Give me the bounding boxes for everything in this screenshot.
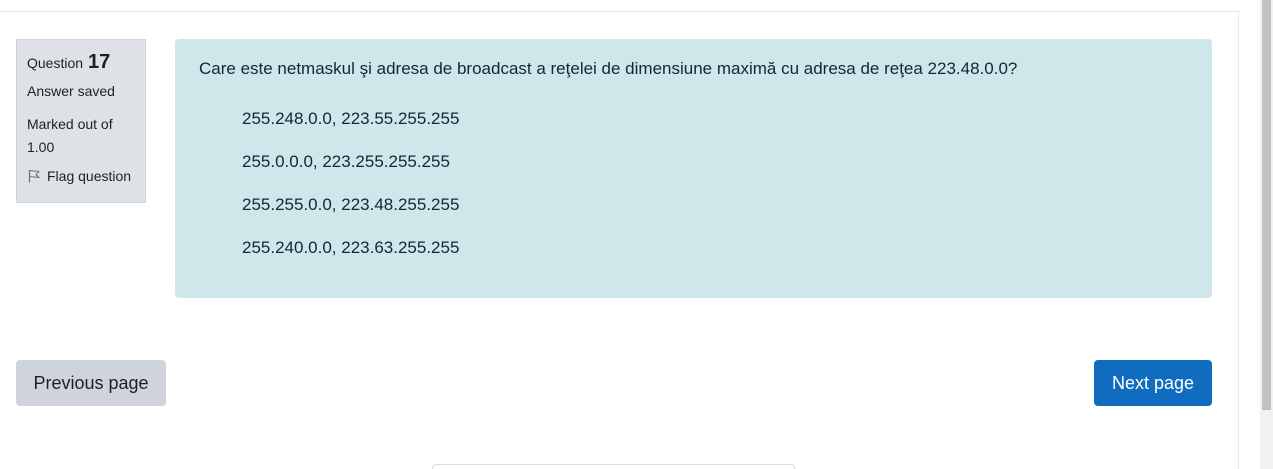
right-divider — [1238, 11, 1239, 469]
top-divider — [0, 11, 1238, 12]
answer-options: 255.248.0.0, 223.55.255.255 255.0.0.0, 2… — [242, 107, 1188, 279]
vertical-scrollbar[interactable] — [1260, 0, 1273, 469]
flag-outline-icon — [27, 169, 41, 183]
quiz-page: Question 17 Answer saved Marked out of 1… — [0, 0, 1273, 469]
answer-option[interactable]: 255.255.0.0, 223.48.255.255 — [242, 193, 1188, 236]
flag-question-toggle[interactable]: Flag question — [27, 168, 135, 184]
question-state: Answer saved — [27, 83, 115, 99]
question-number: 17 — [88, 51, 111, 73]
quiz-navigation-dropdown[interactable] — [432, 464, 795, 469]
question-text: Care este netmaskul şi adresa de broadca… — [199, 59, 1018, 78]
question-info-panel: Question 17 Answer saved Marked out of 1… — [16, 39, 146, 203]
question-content: Care este netmaskul şi adresa de broadca… — [175, 39, 1212, 298]
answer-option[interactable]: 255.0.0.0, 223.255.255.255 — [242, 150, 1188, 193]
flag-question-label: Flag question — [47, 168, 132, 184]
scrollbar-thumb[interactable] — [1262, 0, 1271, 410]
question-grade: Marked out of 1.00 — [27, 116, 113, 155]
question-label: Question — [27, 55, 84, 71]
previous-page-button[interactable]: Previous page — [16, 360, 166, 406]
question-number-line: Question 17 — [27, 51, 135, 74]
answer-option[interactable]: 255.248.0.0, 223.55.255.255 — [242, 107, 1188, 150]
answer-option[interactable]: 255.240.0.0, 223.63.255.255 — [242, 236, 1188, 279]
next-page-button[interactable]: Next page — [1094, 360, 1212, 406]
